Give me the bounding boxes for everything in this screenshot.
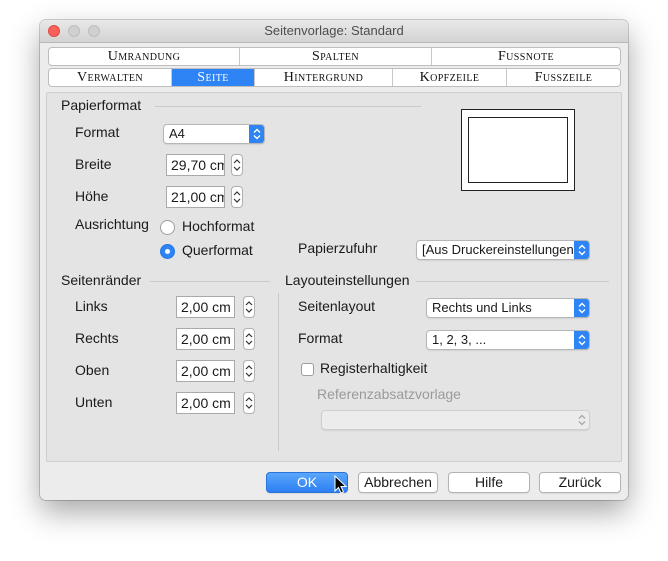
page-preview-margin <box>468 117 568 183</box>
tab-spalten[interactable]: Spalten <box>240 48 432 65</box>
layout-title: Layouteinstellungen <box>285 272 410 288</box>
papierformat-title: Papierformat <box>61 97 142 113</box>
tab-row-top: Umrandung Spalten Fussnote <box>48 47 621 66</box>
tab-seite[interactable]: Seite <box>172 69 255 86</box>
hoehe-stepper[interactable] <box>231 186 243 208</box>
papierzufuhr-select[interactable]: [Aus Druckereinstellungen] <box>416 240 590 260</box>
chevron-updown-icon <box>574 411 589 429</box>
title-bar[interactable]: Seitenvorlage: Standard <box>40 20 628 43</box>
layout-format-label: Format <box>298 330 343 346</box>
oben-field[interactable]: 2,00 cm <box>176 360 235 382</box>
oben-label: Oben <box>75 362 110 378</box>
unten-field[interactable]: 2,00 cm <box>176 392 235 414</box>
ausrichtung-label: Ausrichtung <box>75 216 149 232</box>
help-button[interactable]: Hilfe <box>448 472 530 493</box>
tab-kopfzeile[interactable]: Kopfzeile <box>393 69 507 86</box>
links-field[interactable]: 2,00 cm <box>176 296 235 318</box>
seitenlayout-select[interactable]: Rechts und Links <box>426 298 590 318</box>
papierzufuhr-select-value: [Aus Druckereinstellungen] <box>422 242 578 257</box>
breite-field[interactable]: 29,70 cm <box>166 154 225 176</box>
hochformat-radio[interactable] <box>160 220 175 235</box>
tab-fussnote[interactable]: Fussnote <box>432 48 620 65</box>
registerhaltigkeit-checkbox[interactable] <box>301 363 314 376</box>
seitenraender-title: Seitenränder <box>61 272 142 288</box>
hochformat-label[interactable]: Hochformat <box>182 218 254 234</box>
seite-panel: Papierformat Format A4 Breite 29,70 cm H… <box>46 92 622 462</box>
hoehe-field[interactable]: 21,00 cm <box>166 186 225 208</box>
querformat-radio[interactable] <box>160 244 175 259</box>
rechts-field[interactable]: 2,00 cm <box>176 328 235 350</box>
page-preview <box>461 109 575 191</box>
format-select-value: A4 <box>169 126 185 141</box>
rechts-stepper[interactable] <box>243 328 255 350</box>
back-button[interactable]: Zurück <box>539 472 621 493</box>
format-label: Format <box>75 124 120 140</box>
seitenraender-separator <box>150 281 270 282</box>
hoehe-label: Höhe <box>75 188 109 204</box>
referenz-label: Referenzabsatzvorlage <box>317 386 461 402</box>
breite-label: Breite <box>75 156 112 172</box>
registerhaltigkeit-label[interactable]: Registerhaltigkeit <box>320 360 427 376</box>
unten-stepper[interactable] <box>243 392 255 414</box>
papierformat-separator <box>155 106 421 107</box>
layout-format-select[interactable]: 1, 2, 3, ... <box>426 330 590 350</box>
rechts-label: Rechts <box>75 330 119 346</box>
oben-stepper[interactable] <box>243 360 255 382</box>
querformat-label[interactable]: Querformat <box>182 242 253 258</box>
tab-fusszeile[interactable]: Fusszeile <box>507 69 620 86</box>
chevron-updown-icon <box>574 241 589 259</box>
tab-umrandung[interactable]: Umrandung <box>49 48 240 65</box>
tab-row-bottom: Verwalten Seite Hintergrund Kopfzeile Fu… <box>48 68 621 87</box>
format-select[interactable]: A4 <box>163 124 265 144</box>
layout-format-select-value: 1, 2, 3, ... <box>432 332 487 347</box>
tab-hintergrund[interactable]: Hintergrund <box>255 69 393 86</box>
seitenlayout-label: Seitenlayout <box>298 298 376 314</box>
tab-verwalten[interactable]: Verwalten <box>49 69 172 86</box>
mouse-pointer-icon <box>334 475 348 494</box>
cancel-button[interactable]: Abbrechen <box>358 472 438 493</box>
chevron-updown-icon <box>249 125 264 143</box>
chevron-updown-icon <box>574 299 589 317</box>
links-label: Links <box>75 298 108 314</box>
referenz-select[interactable] <box>321 410 590 430</box>
links-stepper[interactable] <box>243 296 255 318</box>
chevron-updown-icon <box>574 331 589 349</box>
section-divider <box>278 293 279 451</box>
unten-label: Unten <box>75 394 113 410</box>
dialog-window: Seitenvorlage: Standard Umrandung Spalte… <box>40 20 628 500</box>
window-title: Seitenvorlage: Standard <box>264 23 404 38</box>
breite-stepper[interactable] <box>231 154 243 176</box>
layout-separator <box>416 281 609 282</box>
papierzufuhr-label: Papierzufuhr <box>298 240 378 256</box>
seitenlayout-select-value: Rechts und Links <box>432 300 532 315</box>
